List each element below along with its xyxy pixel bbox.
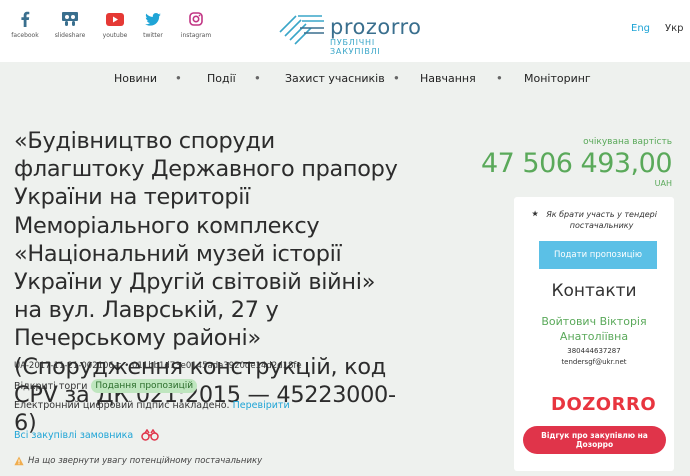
- verify-signature-link[interactable]: Перевірити: [233, 400, 290, 411]
- lang-en-link[interactable]: Eng: [631, 23, 650, 34]
- contact-phone: 380444637287: [567, 347, 621, 355]
- nav-separator: ●: [255, 73, 260, 82]
- action-panel: Як брати участь у тендері постачальнику …: [514, 197, 674, 471]
- procedure-type: Відкриті торги: [14, 380, 88, 392]
- youtube-icon: [106, 10, 124, 28]
- attention-text: На що звернути увагу потенційному постач…: [28, 456, 263, 466]
- nav-events[interactable]: Події: [207, 72, 236, 85]
- prozorro-logo[interactable]: prozorro ПУБЛІЧНІ ЗАКУПІВЛІ: [278, 12, 428, 56]
- slideshare-icon: [61, 10, 79, 28]
- facebook-icon: [16, 10, 34, 28]
- twitter-icon: [144, 10, 162, 28]
- prozorro-logo-mark: [279, 15, 324, 45]
- nav-participant-protection[interactable]: Захист учасників: [285, 72, 385, 85]
- contact-email[interactable]: tendersgf@ukr.net: [514, 358, 674, 366]
- dozorro-review-button[interactable]: Відгук про закупівлю на Дозорро: [523, 426, 666, 454]
- submit-proposal-button[interactable]: Подати пропозицію: [539, 241, 657, 269]
- price-label: очікувана вартість: [583, 137, 672, 147]
- nav-training[interactable]: Навчання: [420, 72, 476, 85]
- social-twitter[interactable]: twitter: [131, 10, 175, 39]
- tender-page: «Будівництво споруди флагштоку Державног…: [0, 95, 690, 476]
- status-badge: Подання пропозицій: [91, 379, 198, 393]
- info-star-icon: [532, 210, 539, 217]
- signature-text: Електронний цифровий підпис накладено.: [14, 400, 230, 411]
- social-slideshare[interactable]: slideshare: [48, 10, 92, 39]
- tender-id: UA-2017-11-21-002106-c • 011bb1d73e0145a…: [14, 361, 302, 371]
- buyer-row: Всі закупівлі замовника: [14, 429, 159, 441]
- expected-price: 47 506 493,00: [480, 148, 673, 179]
- social-facebook[interactable]: facebook: [3, 10, 47, 39]
- buyer-tenders-link[interactable]: Всі закупівлі замовника: [14, 430, 133, 441]
- dozorro-logo: DOZORRO: [551, 394, 657, 415]
- nav-news[interactable]: Новини: [114, 72, 157, 85]
- warning-icon: [14, 456, 24, 466]
- nav-separator: ●: [176, 73, 181, 82]
- procedure-row: Відкриті торги Подання пропозицій: [14, 379, 198, 393]
- attention-row[interactable]: На що звернути увагу потенційному постач…: [14, 449, 514, 473]
- contact-name: Войтович Вікторія Анатоліївна: [541, 315, 647, 343]
- main-nav: Новини ● Події ● Захист учасників ● Навч…: [0, 62, 690, 95]
- how-to-text: Як брати участь у тендері постачальнику: [546, 210, 657, 230]
- nav-separator: ●: [394, 73, 399, 82]
- nav-separator: ●: [497, 73, 502, 82]
- how-to-participate-link[interactable]: Як брати участь у тендері постачальнику: [532, 209, 662, 231]
- lang-uk-link[interactable]: Укр: [665, 23, 683, 34]
- social-instagram[interactable]: instagram: [174, 10, 218, 39]
- logo-wordmark: prozorro: [330, 15, 422, 39]
- nav-monitoring[interactable]: Моніторинг: [524, 72, 591, 85]
- signature-row: Електронний цифровий підпис накладено. П…: [14, 400, 290, 411]
- contacts-title: Контакти: [551, 281, 637, 301]
- instagram-icon: [187, 10, 205, 28]
- logo-tagline: ПУБЛІЧНІ ЗАКУПІВЛІ: [330, 38, 381, 56]
- price-currency: UAH: [654, 179, 672, 188]
- header: facebook slideshare youtube twitter inst…: [0, 0, 690, 62]
- binoculars-icon[interactable]: [141, 429, 159, 441]
